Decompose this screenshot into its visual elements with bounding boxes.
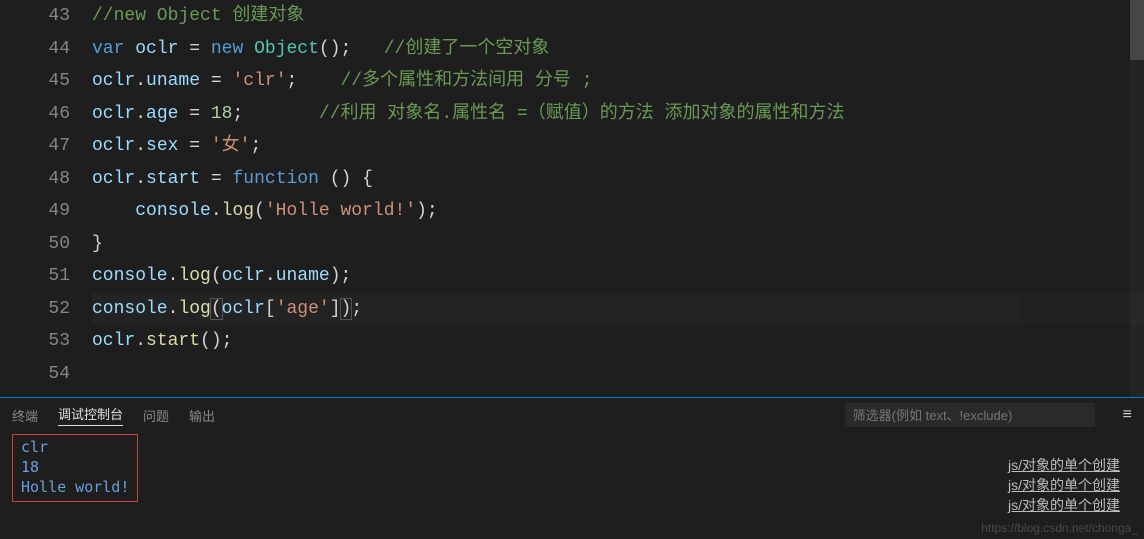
code-content[interactable]: //new Object 创建对象var oclr = new Object()… xyxy=(92,0,1144,397)
output-source-link[interactable]: js/对象的单个创建 xyxy=(1008,475,1120,495)
panel-tabs: 终端 调试控制台 问题 输出 ≡ xyxy=(0,398,1144,432)
output-source-link[interactable]: js/对象的单个创建 xyxy=(1008,495,1120,515)
panel-tab-2[interactable]: 问题 xyxy=(143,406,169,425)
code-line[interactable]: oclr.start = function () { xyxy=(92,163,1144,196)
code-line[interactable]: oclr.uname = 'clr'; //多个属性和方法间用 分号 ; xyxy=(92,65,1144,98)
line-number-gutter: 434445464748495051525354 xyxy=(0,0,92,397)
line-number: 45 xyxy=(0,65,70,98)
code-line[interactable]: console.log(oclr.uname); xyxy=(92,260,1144,293)
filter-settings-icon[interactable]: ≡ xyxy=(1123,406,1132,424)
console-output-line: clr xyxy=(21,437,129,457)
watermark: https://blog.csdn.net/chonga_ xyxy=(981,521,1138,535)
panel-tab-3[interactable]: 输出 xyxy=(189,406,215,425)
line-number: 50 xyxy=(0,228,70,261)
scrollbar-thumb[interactable] xyxy=(1130,0,1144,60)
bottom-panel: 终端 调试控制台 问题 输出 ≡ clr18Holle world! js/对象的单个… xyxy=(0,398,1144,539)
code-line[interactable]: //new Object 创建对象 xyxy=(92,0,1144,33)
line-number: 54 xyxy=(0,358,70,391)
line-number: 46 xyxy=(0,98,70,131)
console-output-line: 18 xyxy=(21,457,129,477)
minimap[interactable] xyxy=(1020,0,1130,397)
code-line[interactable]: oclr.age = 18; //利用 对象名.属性名 =（赋值）的方法 添加对… xyxy=(92,98,1144,131)
line-number: 51 xyxy=(0,260,70,293)
panel-tab-1[interactable]: 调试控制台 xyxy=(58,404,123,426)
console-output-line: Holle world! xyxy=(21,477,129,497)
code-line[interactable]: } xyxy=(92,228,1144,261)
code-line[interactable] xyxy=(92,358,1144,391)
code-line[interactable]: console.log(oclr['age']); xyxy=(92,293,1144,326)
line-number: 43 xyxy=(0,0,70,33)
debug-console-output: clr18Holle world! xyxy=(0,432,1144,504)
line-number: 52 xyxy=(0,293,70,326)
code-line[interactable]: console.log('Holle world!'); xyxy=(92,195,1144,228)
line-number: 48 xyxy=(0,163,70,196)
vertical-scrollbar[interactable] xyxy=(1130,0,1144,397)
code-editor[interactable]: 434445464748495051525354 //new Object 创建… xyxy=(0,0,1144,397)
line-number: 53 xyxy=(0,325,70,358)
output-highlight-box: clr18Holle world! xyxy=(12,434,138,502)
line-number: 47 xyxy=(0,130,70,163)
output-source-link[interactable]: js/对象的单个创建 xyxy=(1008,455,1120,475)
panel-tab-0[interactable]: 终端 xyxy=(12,406,38,425)
code-line[interactable]: oclr.start(); xyxy=(92,325,1144,358)
code-line[interactable]: var oclr = new Object(); //创建了一个空对象 xyxy=(92,33,1144,66)
filter-input[interactable] xyxy=(845,403,1095,427)
line-number: 44 xyxy=(0,33,70,66)
output-sources: js/对象的单个创建js/对象的单个创建js/对象的单个创建 xyxy=(1008,455,1120,515)
line-number: 49 xyxy=(0,195,70,228)
code-line[interactable]: oclr.sex = '女'; xyxy=(92,130,1144,163)
